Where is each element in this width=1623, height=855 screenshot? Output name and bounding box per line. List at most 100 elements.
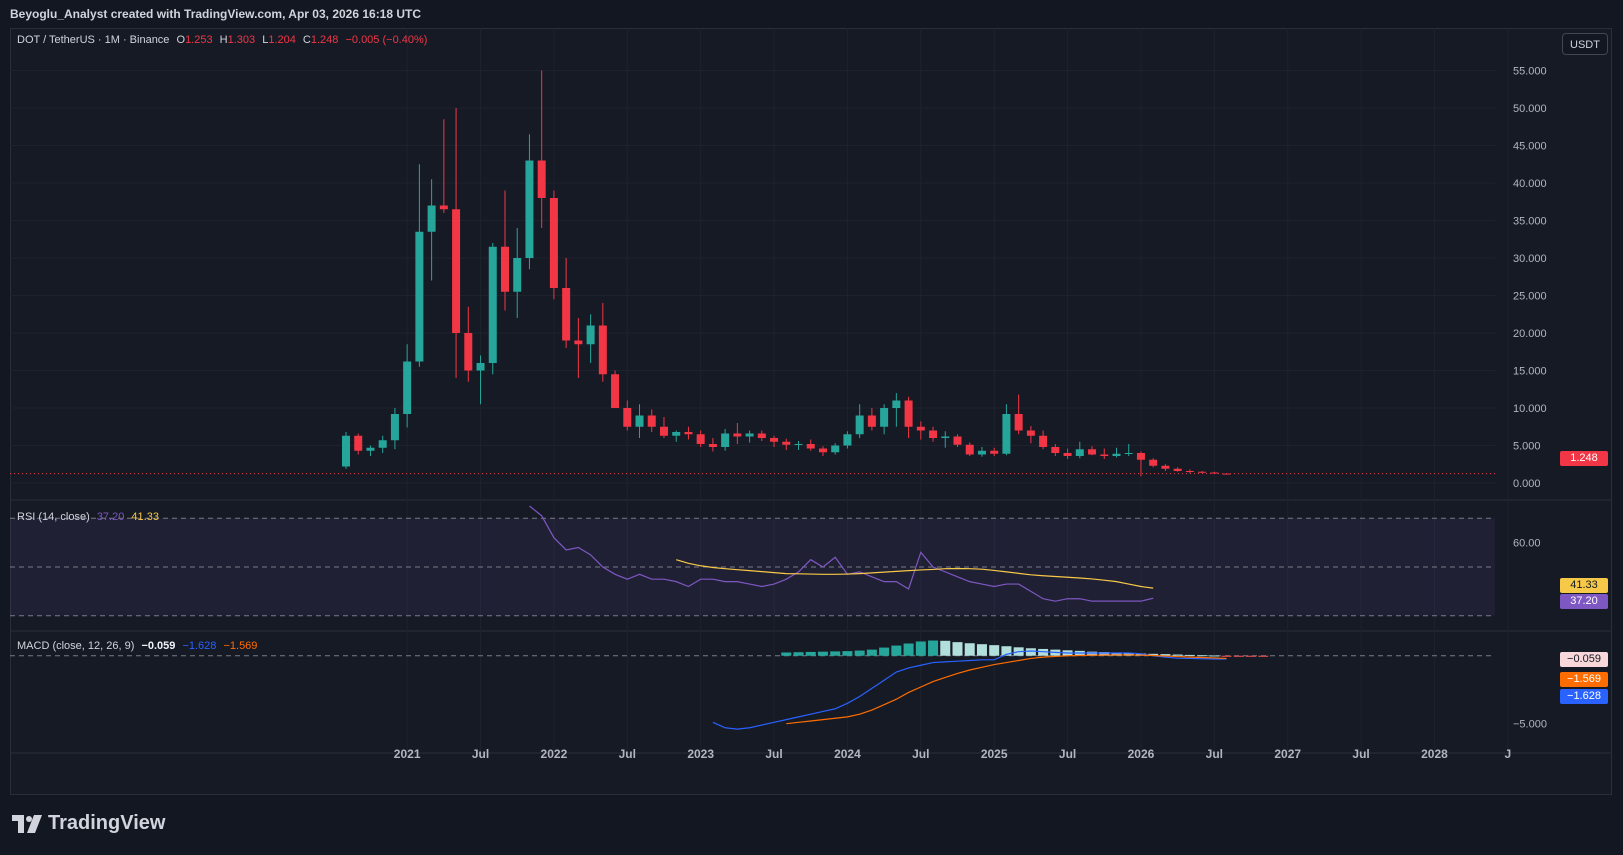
time-tick-label: 2027	[1274, 747, 1301, 761]
candle-body	[611, 374, 620, 408]
macd-pane: −5.000	[10, 640, 1547, 731]
price-tick-label: 10.000	[1513, 403, 1547, 415]
close-value: 1.248	[310, 34, 339, 46]
macd-histogram-bar	[1197, 655, 1208, 657]
candle-body	[721, 433, 730, 447]
candle-body	[342, 435, 350, 467]
macd-histogram-bar	[1209, 655, 1220, 657]
candle-body	[880, 408, 889, 427]
macd-line-value: −1.628	[182, 640, 217, 652]
rsi-pane: 60.00	[10, 505, 1541, 617]
currency-button[interactable]: USDT	[1562, 33, 1608, 55]
candle-body	[904, 400, 913, 427]
candle-body	[977, 450, 986, 455]
macd-histogram-bar	[842, 651, 853, 656]
candle-body	[659, 426, 668, 436]
price-tick-label: 35.000	[1513, 216, 1547, 228]
candle-body	[635, 415, 644, 427]
candle-body	[1063, 453, 1072, 456]
macd-histogram-bar	[952, 642, 963, 656]
time-axis: 2021 Jul 2022 Jul 2023 Jul 2024 Jul 2025 Jul 2026 J…	[394, 747, 1511, 761]
price-tick-label: 20.000	[1513, 328, 1547, 340]
open-value: 1.253	[185, 34, 213, 46]
candle-body	[684, 432, 693, 435]
candle-body	[708, 444, 717, 447]
macd-signal-value: −1.569	[223, 640, 258, 652]
price-axis: 0.000 5.000 10.000 15.000 20.000 25.000 30.000…	[1513, 66, 1547, 491]
candle-body	[831, 445, 840, 453]
macd-histogram-bar	[915, 641, 926, 656]
time-tick-label: Jul	[912, 747, 929, 761]
rsi-badge: 37.20	[1560, 594, 1608, 609]
price-tick-label: 15.000	[1513, 366, 1547, 378]
price-tick-label: 25.000	[1513, 291, 1547, 303]
time-tick-label: 2022	[541, 747, 568, 761]
macd-histogram-bar	[1258, 655, 1269, 657]
time-tick-label: Jul	[1352, 747, 1369, 761]
candle-body	[867, 415, 876, 427]
price-tick-label: 0.000	[1513, 478, 1541, 490]
candle-body	[1039, 435, 1048, 447]
candle-body	[378, 440, 387, 448]
brand-label: TradingView	[48, 812, 166, 834]
candle-body	[1002, 414, 1011, 454]
chart-canvas[interactable]: 0.000 5.000 10.000 15.000 20.000 25.000 30.000…	[10, 28, 1612, 795]
candle-body	[525, 160, 534, 258]
candle-body	[403, 361, 412, 414]
candle-body	[464, 333, 473, 371]
macd-histogram-bar	[940, 640, 951, 656]
macd-hist-badge: −0.059	[1560, 652, 1608, 667]
candle-body	[745, 433, 754, 437]
candle-body	[1075, 449, 1084, 456]
candle-body	[794, 444, 803, 445]
candle-body	[586, 325, 595, 345]
candle-body	[500, 246, 509, 292]
rsi-ma-badge: 41.33	[1560, 578, 1608, 593]
macd-histogram-bar	[1172, 654, 1183, 656]
candle-body	[354, 435, 363, 451]
candle-body	[1136, 453, 1145, 460]
macd-histogram-bar	[1184, 654, 1195, 656]
candle-body	[427, 205, 436, 232]
candle-body	[1124, 453, 1133, 454]
main-legend: DOT / TetherUS · 1M · Binance O1.253 H1.…	[17, 34, 431, 46]
macd-histogram-bar	[817, 651, 828, 656]
candle-body	[574, 340, 583, 345]
macd-histogram-bar	[1233, 655, 1244, 657]
candle-body	[696, 434, 705, 444]
low-value: 1.204	[268, 34, 296, 46]
macd-line	[712, 650, 1227, 730]
macd-title: MACD (close, 12, 26, 9)	[17, 640, 135, 652]
price-tick-label: 40.000	[1513, 178, 1547, 190]
time-tick-label: 2021	[394, 747, 421, 761]
time-tick-label: 2025	[981, 747, 1008, 761]
price-tick-label: 55.000	[1513, 66, 1547, 78]
time-tick-label: 2023	[687, 747, 714, 761]
macd-histogram-bar	[928, 640, 939, 656]
price-tick-label: 45.000	[1513, 141, 1547, 153]
candle-body	[953, 436, 962, 445]
candle-body	[623, 408, 632, 427]
macd-histogram-bar	[854, 650, 865, 656]
rsi-title: RSI (14, close)	[17, 511, 90, 523]
candle-body	[892, 400, 901, 408]
macd-signal-badge: −1.569	[1560, 672, 1608, 687]
candle-body	[806, 444, 815, 449]
macd-histogram-bar	[1246, 655, 1257, 657]
candle-body	[1210, 472, 1219, 474]
close-label: C	[302, 34, 311, 46]
macd-histogram-bar	[879, 647, 890, 656]
rsi-tick-label: 60.00	[1513, 538, 1541, 550]
time-tick-label: Jul	[619, 747, 636, 761]
candle-body	[1198, 471, 1207, 473]
candle-body	[941, 436, 950, 438]
tradingview-icon	[12, 814, 42, 833]
candle-body	[366, 447, 375, 451]
candle-body	[733, 433, 742, 437]
price-tick-label: 50.000	[1513, 103, 1547, 115]
macd-histogram-bar	[903, 643, 914, 656]
tradingview-logo[interactable]: TradingView	[12, 812, 165, 835]
candle-body	[1185, 471, 1194, 472]
price-tick-label: 5.000	[1513, 441, 1541, 453]
macd-histogram-bar	[1221, 655, 1232, 657]
